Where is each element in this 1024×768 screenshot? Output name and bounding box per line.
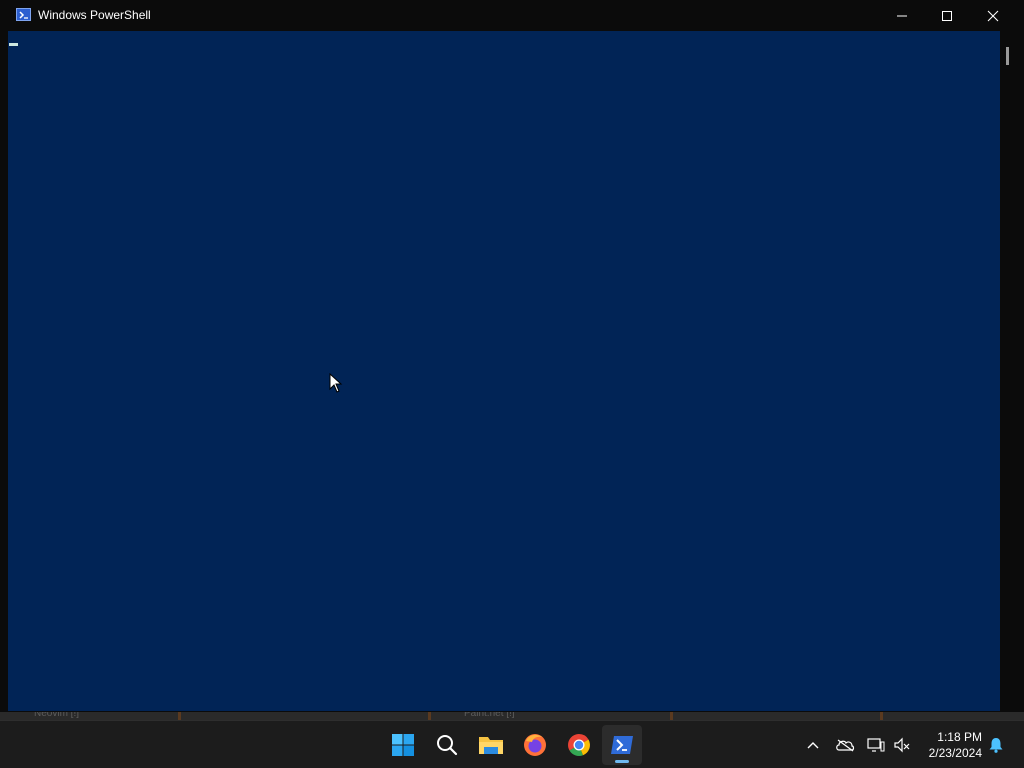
minimize-icon xyxy=(897,15,907,16)
file-explorer-icon xyxy=(479,737,503,754)
search-button[interactable] xyxy=(427,725,467,765)
taskbar: 1:18 PM 2/23/2024 xyxy=(0,720,1024,768)
close-button[interactable] xyxy=(970,0,1016,31)
search-icon xyxy=(437,735,458,756)
powershell-icon xyxy=(611,736,633,754)
chrome-button[interactable] xyxy=(559,725,599,765)
console-area[interactable] xyxy=(8,31,1000,711)
file-explorer-button[interactable] xyxy=(471,725,511,765)
window-title: Windows PowerShell xyxy=(38,8,151,22)
chrome-icon xyxy=(568,734,590,756)
minimize-button[interactable] xyxy=(879,0,925,31)
vertical-scrollbar[interactable] xyxy=(1000,31,1016,711)
clock-date: 2/23/2024 xyxy=(928,746,982,760)
powershell-app-icon[interactable] xyxy=(16,8,31,21)
powershell-taskbar-button[interactable] xyxy=(602,725,642,765)
start-icon xyxy=(392,734,414,756)
clock-time: 1:18 PM xyxy=(937,730,982,744)
maximize-icon xyxy=(942,10,952,21)
onedrive-button[interactable] xyxy=(835,735,855,755)
volume-muted-icon xyxy=(894,737,910,753)
onedrive-icon xyxy=(836,739,855,752)
notifications-button[interactable] xyxy=(986,735,1006,755)
mouse-pointer-icon xyxy=(329,373,343,393)
text-cursor xyxy=(9,43,18,46)
volume-button[interactable] xyxy=(892,735,912,755)
firefox-button[interactable] xyxy=(515,725,555,765)
notification-bell-icon xyxy=(989,738,1003,753)
powershell-window: Windows PowerShell xyxy=(0,0,1024,712)
show-hidden-icons-button[interactable] xyxy=(803,735,823,755)
chevron-up-icon xyxy=(807,742,819,749)
network-button[interactable] xyxy=(866,735,886,755)
title-bar[interactable]: Windows PowerShell xyxy=(0,0,1024,31)
maximize-button[interactable] xyxy=(924,0,970,31)
network-icon xyxy=(867,738,885,752)
close-icon xyxy=(987,10,999,21)
active-app-indicator xyxy=(615,760,629,763)
firefox-icon xyxy=(524,734,546,756)
scrollbar-thumb[interactable] xyxy=(1006,47,1009,65)
start-button[interactable] xyxy=(383,725,423,765)
clock[interactable]: 1:18 PM 2/23/2024 xyxy=(914,729,982,761)
